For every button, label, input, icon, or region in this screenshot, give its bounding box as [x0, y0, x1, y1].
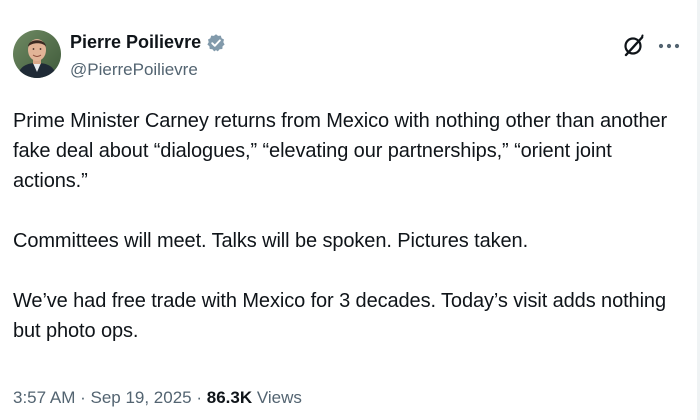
tweet-meta: 3:57 AM · Sep 19, 2025 · 86.3K Views	[13, 388, 302, 408]
author-display-name[interactable]: Pierre Poilievre	[70, 32, 201, 53]
tweet-text: Prime Minister Carney returns from Mexic…	[13, 106, 683, 346]
views-label: Views	[252, 388, 302, 407]
more-options-icon[interactable]	[656, 35, 682, 57]
tweet-paragraph: Prime Minister Carney returns from Mexic…	[13, 110, 668, 192]
meta-separator: ·	[75, 388, 91, 407]
verified-badge-icon	[206, 33, 226, 53]
author-handle[interactable]: @PierrePoilievre	[70, 60, 198, 80]
meta-separator: ·	[191, 388, 207, 407]
tweet-date[interactable]: Sep 19, 2025	[90, 388, 191, 407]
tweet-card: Pierre Poilievre @PierrePoilievre Prime …	[0, 0, 700, 420]
tweet-paragraph: We’ve had free trade with Mexico for 3 d…	[13, 290, 666, 342]
author-name-row: Pierre Poilievre	[70, 32, 226, 53]
tweet-time[interactable]: 3:57 AM	[13, 388, 75, 407]
author-avatar[interactable]	[13, 30, 61, 78]
grok-icon[interactable]	[622, 34, 646, 58]
avatar-image	[13, 30, 61, 78]
views-count[interactable]: 86.3K	[207, 388, 252, 407]
tweet-paragraph: Committees will meet. Talks will be spok…	[13, 230, 529, 252]
